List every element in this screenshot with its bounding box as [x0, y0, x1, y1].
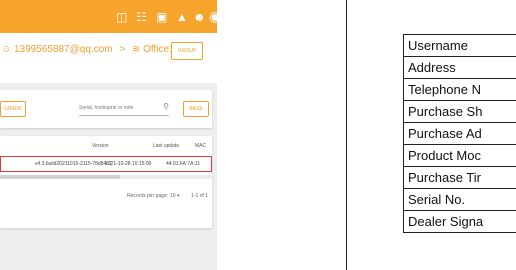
search-icon[interactable]: ⚲ — [163, 102, 169, 111]
users-icon[interactable]: ☻ — [193, 10, 206, 24]
box-icon[interactable]: ▣ — [156, 10, 167, 24]
search-input[interactable] — [79, 101, 151, 114]
breadcrumb-separator: > — [119, 44, 126, 55]
column-header-version[interactable]: Version — [92, 143, 109, 149]
scrollbar-thumb[interactable] — [0, 175, 120, 179]
form-row-serial-no: Serial No. — [404, 189, 516, 211]
form-row-dealer-signature: Dealer Signa — [404, 211, 516, 233]
registration-form: Username Address Telephone N Purchase Sh… — [346, 0, 516, 270]
top-bar: ◫ ☷ ▣ ▲ ☻ ◉ — [0, 0, 217, 33]
form-row-purchase-shop: Purchase Sh — [404, 101, 516, 123]
grid-icon[interactable]: ☷ — [136, 10, 147, 24]
base-button[interactable]: BASE — [183, 101, 209, 117]
breadcrumb: ☺ 1399565887@qq.com > ≋ Office1 — [1, 44, 175, 55]
table-row[interactable]: v4.3.build20211015-2115-78d84c1 2021-10-… — [0, 156, 212, 172]
monitor-icon[interactable]: ◫ — [116, 10, 127, 24]
user-icon: ☺ — [1, 44, 12, 55]
search-field[interactable]: ⚲ — [79, 101, 169, 116]
app-screenshot: ◫ ☷ ▣ ▲ ☻ ◉ ☺ 1399565887@qq.com > ≋ Offi… — [0, 0, 217, 270]
cell-mac: 44:01:FA:7A:11 — [166, 161, 201, 167]
filter-panel: GRADE ⚲ BASE — [0, 90, 212, 128]
cell-last-update: 2021-10-28 10:15:00 — [105, 161, 152, 167]
cell-version: v4.3.build20211015-2115-78d84c1 — [35, 161, 112, 167]
chevron-down-icon: ▾ — [176, 193, 180, 199]
records-per-page-select[interactable]: 10 ▾ — [170, 193, 179, 199]
form-row-purchase-time: Purchase Tir — [404, 167, 516, 189]
form-row-purchase-address: Purchase Ad — [404, 123, 516, 145]
form-row-address: Address — [404, 57, 516, 79]
bell-icon[interactable]: ▲ — [176, 10, 188, 24]
form-row-telephone: Telephone N — [404, 79, 516, 101]
form-row-product-model: Product Moc — [404, 145, 516, 167]
pagination-range: 1-1 of 1 — [191, 193, 208, 199]
group-button[interactable]: GROUP — [171, 42, 203, 60]
records-per-page-label: Records per page: — [127, 193, 169, 199]
path-bar: ☺ 1399565887@qq.com > ≋ Office1 GROUP — [0, 33, 217, 83]
breadcrumb-user[interactable]: 1399565887@qq.com — [14, 44, 113, 55]
upgrade-button[interactable]: GRADE — [0, 101, 26, 117]
wifi-icon: ≋ — [131, 44, 141, 55]
device-table: Version Last update MAC v4.3.build202110… — [0, 136, 212, 228]
horizontal-scrollbar[interactable] — [0, 175, 212, 179]
breadcrumb-group[interactable]: Office1 — [143, 44, 175, 55]
form-row-username: Username — [404, 35, 516, 57]
form-table: Username Address Telephone N Purchase Sh… — [403, 34, 516, 233]
column-header-last-update[interactable]: Last update — [153, 143, 179, 149]
per-page-value: 10 — [170, 193, 176, 199]
account-icon[interactable]: ◉ — [209, 9, 217, 23]
column-header-mac[interactable]: MAC — [195, 143, 206, 149]
